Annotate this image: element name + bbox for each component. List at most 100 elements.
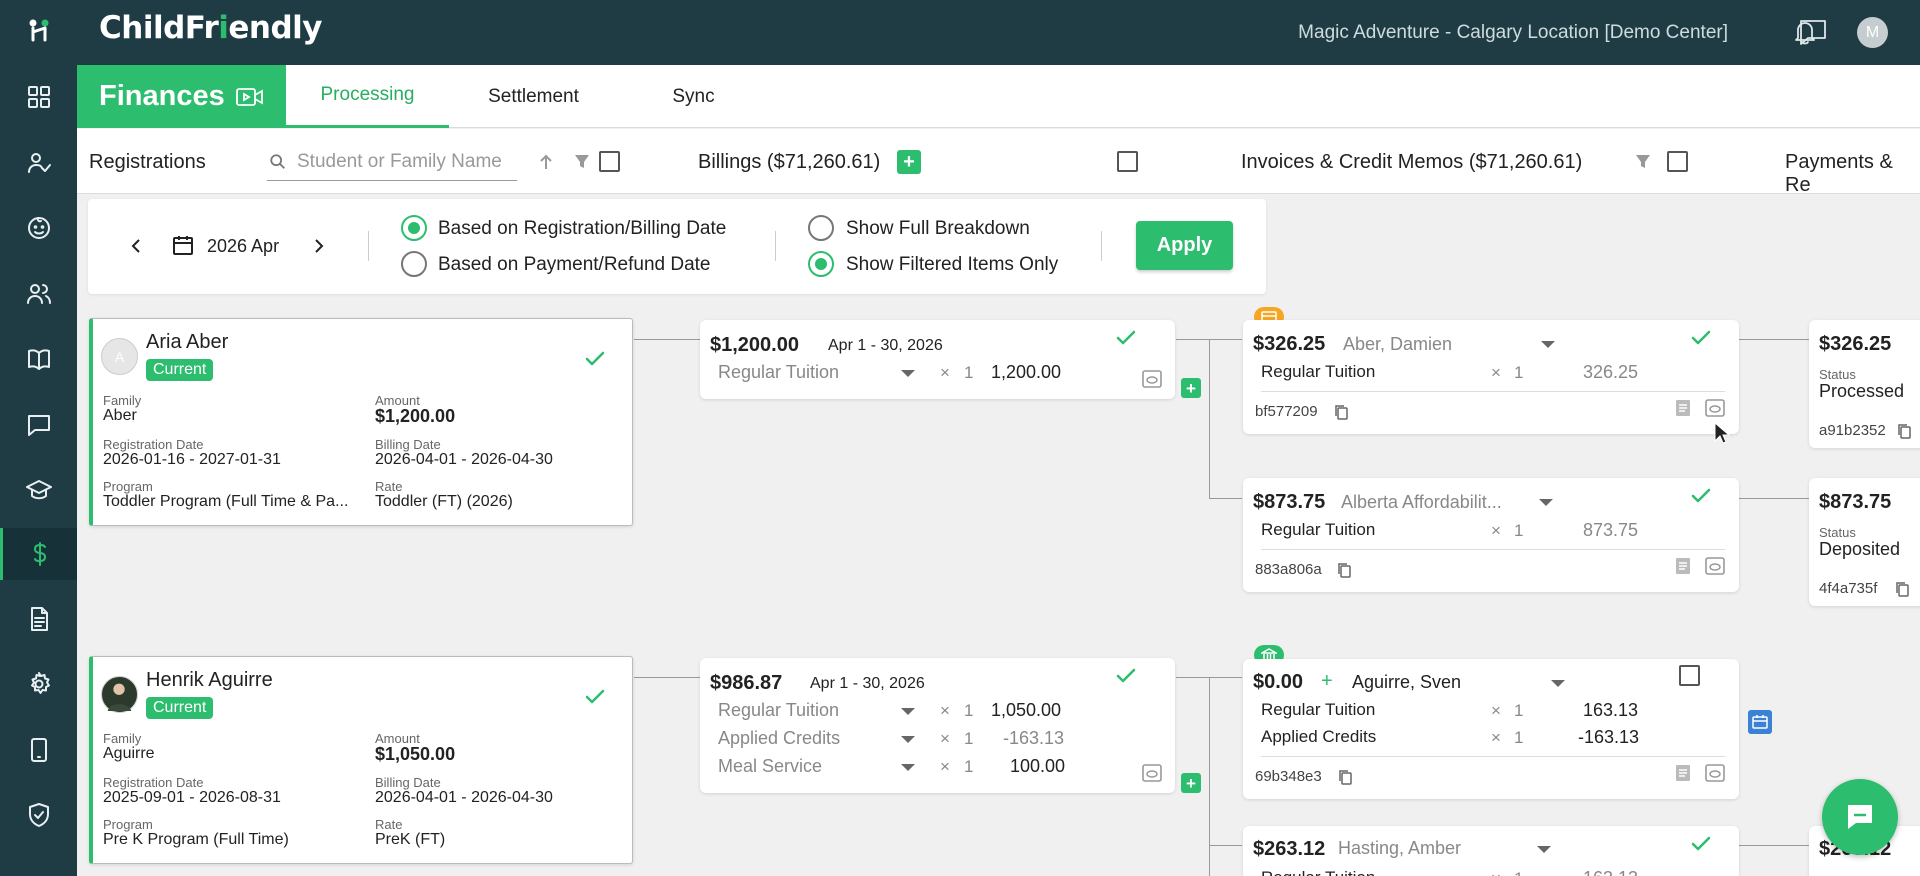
center-name[interactable]: Magic Adventure - Calgary Location [Demo…	[1298, 22, 1728, 44]
apply-button[interactable]: Apply	[1136, 221, 1233, 270]
check-icon[interactable]	[1114, 326, 1138, 350]
add-payer-button[interactable]: +	[1321, 670, 1333, 693]
payment-card[interactable]: $873.75 Status Deposited 4f4a735f	[1809, 478, 1920, 606]
preview-icon[interactable]	[1142, 370, 1162, 388]
radio-payment-date[interactable]	[401, 251, 427, 277]
payment-card[interactable]: $326.25 Status Processed a91b2352	[1809, 320, 1920, 448]
chevron-down-icon[interactable]	[1539, 499, 1553, 506]
settings-icon[interactable]	[0, 659, 77, 709]
document-icon[interactable]	[0, 594, 77, 644]
preview-icon[interactable]	[1705, 764, 1725, 782]
add-invoice-button[interactable]: +	[1181, 773, 1201, 793]
invoice-card[interactable]: $263.12 Hasting, Amber Regular Tuition ×…	[1243, 826, 1739, 876]
invoice-checkbox[interactable]	[1679, 665, 1700, 686]
registration-date-value: 2025-09-01 - 2026-08-31	[103, 789, 281, 806]
invoices-select-all-checkbox[interactable]	[1667, 151, 1688, 172]
registration-date-value: 2026-01-16 - 2027-01-31	[103, 451, 281, 468]
preview-icon[interactable]	[1705, 557, 1725, 575]
radio-registration-date[interactable]	[401, 215, 427, 241]
line-value: 100.00	[1010, 756, 1066, 776]
tablet-icon[interactable]	[0, 725, 77, 775]
copy-icon[interactable]	[1338, 769, 1352, 785]
messages-icon[interactable]	[0, 400, 77, 450]
childfriendly-logo-icon[interactable]	[0, 6, 77, 56]
registrations-select-all-checkbox[interactable]	[599, 151, 620, 172]
times-sign: ×	[1491, 363, 1501, 382]
student-name[interactable]: Aria Aber	[146, 331, 228, 354]
preview-icon[interactable]	[1705, 399, 1725, 417]
check-icon[interactable]	[1689, 326, 1713, 350]
dashboard-icon[interactable]	[0, 72, 77, 122]
dollar-icon[interactable]	[0, 528, 77, 580]
chevron-down-icon[interactable]	[901, 370, 915, 377]
chat-support-button[interactable]	[1822, 779, 1898, 855]
student-card[interactable]: Henrik Aguirre Current Family Aguirre Am…	[89, 656, 633, 864]
chevron-down-icon[interactable]	[1541, 341, 1555, 348]
student-card[interactable]: A Aria Aber Current Family Aber Amount $…	[89, 318, 633, 526]
student-name[interactable]: Henrik Aguirre	[146, 669, 273, 692]
billings-select-all-checkbox[interactable]	[1117, 151, 1138, 172]
payment-status-label: Status	[1819, 525, 1856, 540]
attendance-icon[interactable]	[0, 138, 77, 188]
filter-icon[interactable]	[1635, 154, 1651, 170]
copy-icon[interactable]	[1337, 562, 1351, 578]
quantity: 1	[1514, 363, 1524, 382]
billing-line-item: Meal Service	[718, 756, 823, 776]
divider	[1261, 756, 1725, 757]
payment-status-label: Status	[1819, 367, 1856, 382]
graduation-icon[interactable]	[0, 465, 77, 515]
check-icon[interactable]	[1689, 484, 1713, 508]
families-icon[interactable]	[0, 269, 77, 319]
check-icon	[583, 685, 607, 709]
invoice-card[interactable]: $0.00 + Aguirre, Sven Regular Tuition × …	[1243, 659, 1739, 799]
brand-logo[interactable]: ChildFriendly	[99, 10, 323, 46]
quantity: 1	[1514, 701, 1524, 720]
copy-icon[interactable]	[1334, 404, 1348, 420]
radio-filtered-only[interactable]	[808, 251, 834, 277]
invoice-card[interactable]: $873.75 Alberta Affordabilit... Regular …	[1243, 478, 1739, 592]
shield-icon[interactable]	[0, 790, 77, 840]
document-icon[interactable]	[1674, 557, 1692, 575]
tab-processing[interactable]: Processing	[286, 65, 449, 128]
search-input[interactable]	[297, 150, 517, 173]
book-icon[interactable]	[0, 334, 77, 384]
invoice-card[interactable]: $326.25 Aber, Damien Regular Tuition × 1…	[1243, 320, 1739, 434]
chevron-down-icon[interactable]	[1551, 680, 1565, 687]
tab-settlement[interactable]: Settlement	[452, 65, 615, 128]
chevron-left-icon[interactable]	[130, 238, 142, 254]
check-icon[interactable]	[1689, 832, 1713, 856]
chevron-right-icon[interactable]	[313, 238, 325, 254]
copy-icon[interactable]	[1895, 581, 1909, 597]
document-icon[interactable]	[1674, 399, 1692, 417]
payment-plan-icon[interactable]	[1748, 710, 1772, 734]
video-help-icon[interactable]	[235, 85, 265, 109]
filter-icon[interactable]	[574, 154, 590, 170]
chevron-down-icon[interactable]	[901, 764, 915, 771]
chevron-down-icon[interactable]	[1537, 846, 1551, 853]
child-icon[interactable]	[0, 203, 77, 253]
chevron-down-icon[interactable]	[901, 708, 915, 715]
quantity: 1	[1514, 521, 1524, 540]
billing-date-value: 2026-04-01 - 2026-04-30	[375, 451, 553, 468]
month-label[interactable]: 2026 Apr	[207, 236, 279, 257]
invoice-id: bf577209	[1255, 403, 1318, 420]
tab-sync[interactable]: Sync	[612, 65, 775, 128]
add-billing-button[interactable]: +	[897, 150, 921, 174]
invoice-payer[interactable]: Aguirre, Sven	[1352, 672, 1461, 693]
user-avatar[interactable]: M	[1857, 17, 1888, 48]
copy-icon[interactable]	[1897, 423, 1911, 439]
invoice-payer[interactable]: Hasting, Amber	[1338, 838, 1461, 859]
check-icon[interactable]	[1114, 664, 1138, 688]
radio-full-breakdown[interactable]	[808, 215, 834, 241]
invoice-payer[interactable]: Alberta Affordabilit...	[1341, 492, 1502, 513]
chevron-down-icon[interactable]	[901, 736, 915, 743]
preview-icon[interactable]	[1142, 764, 1162, 782]
chat-icon[interactable]	[1798, 17, 1828, 47]
invoice-payer[interactable]: Aber, Damien	[1343, 334, 1452, 355]
billing-card[interactable]: $986.87 Apr 1 - 30, 2026 Regular Tuition…	[700, 658, 1175, 793]
billing-card[interactable]: $1,200.00 Apr 1 - 30, 2026 Regular Tuiti…	[700, 320, 1175, 399]
add-invoice-button[interactable]: +	[1181, 378, 1201, 398]
sort-up-icon[interactable]	[538, 153, 554, 171]
document-icon[interactable]	[1674, 764, 1692, 782]
date-filter-panel: 2026 Apr Based on Registration/Billing D…	[88, 199, 1266, 294]
